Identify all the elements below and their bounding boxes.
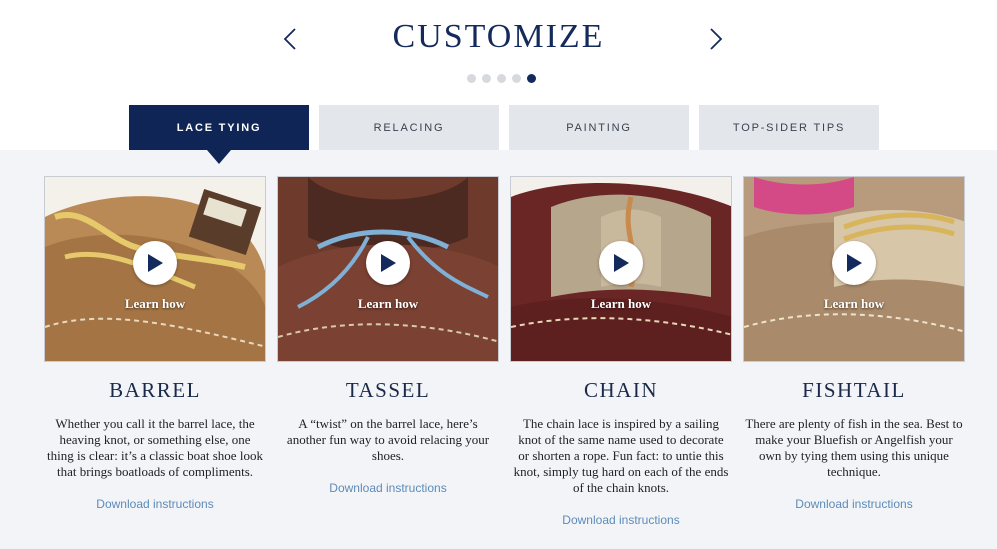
card-title: TASSEL	[345, 378, 431, 402]
carousel-dot-5[interactable]	[527, 74, 536, 83]
card-description: A “twist” on the barrel lace, here’s ano…	[286, 416, 490, 463]
card-title: CHAIN	[584, 378, 658, 402]
card-description: There are plenty of fish in the sea. Bes…	[745, 416, 963, 479]
card-title: BARREL	[109, 378, 201, 402]
download-instructions-link[interactable]: Download instructions	[277, 481, 499, 495]
card-fishtail: Learn how FISHTAIL There are plenty of f…	[743, 176, 965, 511]
learn-how-label: Learn how	[357, 296, 419, 311]
tab-label: LACE TYING	[176, 121, 262, 134]
download-instructions-link[interactable]: Download instructions	[44, 497, 266, 511]
tab-painting[interactable]: PAINTING	[509, 105, 689, 150]
card-description: Whether you call it the barrel lace, the…	[47, 416, 263, 479]
card-chain: Learn how CHAIN The chain lace is inspir…	[510, 176, 732, 527]
carousel-dot-3[interactable]	[497, 74, 506, 83]
learn-how-label: Learn how	[590, 296, 652, 311]
play-icon[interactable]	[366, 241, 410, 285]
play-icon[interactable]	[133, 241, 177, 285]
header: CUSTOMIZE	[0, 0, 997, 105]
carousel-dots	[467, 74, 536, 83]
tab-label: TOP-SIDER TIPS	[732, 121, 846, 134]
tab-label: PAINTING	[566, 121, 632, 134]
carousel-dot-2[interactable]	[482, 74, 491, 83]
download-instructions-link[interactable]: Download instructions	[510, 513, 732, 527]
video-thumbnail-fishtail[interactable]: Learn how	[743, 176, 965, 362]
card-title: FISHTAIL	[802, 378, 906, 402]
carousel-dot-4[interactable]	[512, 74, 521, 83]
tab-relacing[interactable]: RELACING	[319, 105, 499, 150]
tab-bar: LACE TYING RELACING PAINTING TOP-SIDER T…	[129, 105, 879, 164]
tab-lace-tying[interactable]: LACE TYING	[129, 105, 309, 164]
play-icon[interactable]	[599, 241, 643, 285]
play-icon[interactable]	[832, 241, 876, 285]
tab-top-sider-tips[interactable]: TOP-SIDER TIPS	[699, 105, 879, 150]
learn-how-label: Learn how	[823, 296, 885, 311]
chevron-right-icon[interactable]	[704, 24, 728, 54]
carousel-dot-1[interactable]	[467, 74, 476, 83]
video-thumbnail-tassel[interactable]: Learn how	[277, 176, 499, 362]
card-description: The chain lace is inspired by a sailing …	[513, 416, 729, 495]
tab-label: RELACING	[373, 121, 445, 134]
card-tassel: Learn how TASSEL A “twist” on the barrel…	[277, 176, 499, 495]
page-title: CUSTOMIZE	[392, 18, 605, 55]
learn-how-label: Learn how	[124, 296, 186, 311]
video-thumbnail-barrel[interactable]: Learn how	[44, 176, 266, 362]
video-thumbnail-chain[interactable]: Learn how	[510, 176, 732, 362]
download-instructions-link[interactable]: Download instructions	[743, 497, 965, 511]
active-tab-pointer	[207, 150, 231, 164]
card-barrel: Learn how BARREL Whether you call it the…	[44, 176, 266, 511]
